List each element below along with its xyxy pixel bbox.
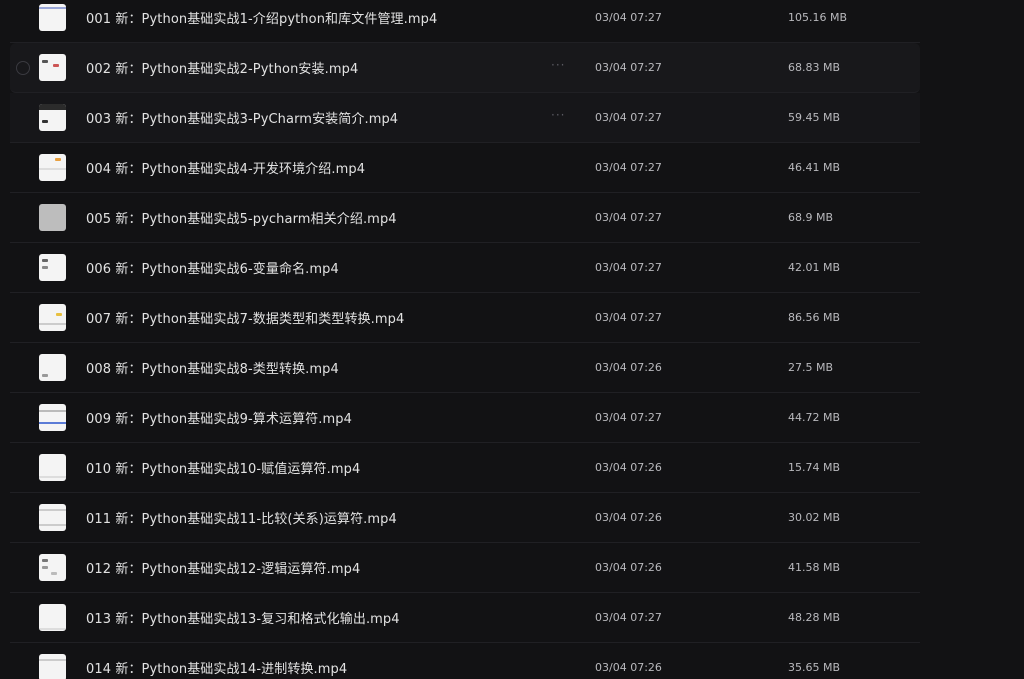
file-row[interactable]: 007 新：Python基础实战7-数据类型和类型转换.mp4 03/04 07… — [10, 293, 920, 343]
more-options-icon[interactable]: ··· — [551, 108, 565, 122]
file-size: 59.45 MB — [788, 111, 841, 124]
file-size: 42.01 MB — [788, 261, 841, 274]
file-name[interactable]: 007 新：Python基础实战7-数据类型和类型转换.mp4 — [86, 308, 404, 327]
file-size: 48.28 MB — [788, 611, 841, 624]
file-date: 03/04 07:26 — [595, 461, 662, 474]
file-row[interactable]: 014 新：Python基础实战14-进制转换.mp4 03/04 07:26 … — [10, 643, 920, 679]
file-size: 35.65 MB — [788, 661, 841, 674]
file-date: 03/04 07:26 — [595, 511, 662, 524]
video-thumbnail-icon — [39, 404, 66, 431]
file-row[interactable]: 010 新：Python基础实战10-赋值运算符.mp4 03/04 07:26… — [10, 443, 920, 493]
file-date: 03/04 07:27 — [595, 211, 662, 224]
file-name[interactable]: 003 新：Python基础实战3-PyCharm安装简介.mp4 — [86, 108, 398, 127]
video-thumbnail-icon — [39, 254, 66, 281]
file-size: 46.41 MB — [788, 161, 841, 174]
file-row[interactable]: 009 新：Python基础实战9-算术运算符.mp4 03/04 07:27 … — [10, 393, 920, 443]
select-checkbox-icon[interactable] — [16, 60, 30, 75]
file-name[interactable]: 009 新：Python基础实战9-算术运算符.mp4 — [86, 408, 352, 427]
video-thumbnail-icon — [39, 654, 66, 679]
file-list: 001 新：Python基础实战1-介绍python和库文件管理.mp4 03/… — [0, 0, 1024, 679]
video-thumbnail-icon — [39, 54, 66, 81]
file-row[interactable]: 004 新：Python基础实战4-开发环境介绍.mp4 03/04 07:27… — [10, 143, 920, 193]
file-size: 105.16 MB — [788, 11, 848, 24]
file-size: 30.02 MB — [788, 511, 841, 524]
file-row[interactable]: 012 新：Python基础实战12-逻辑运算符.mp4 03/04 07:26… — [10, 543, 920, 593]
file-name[interactable]: 010 新：Python基础实战10-赋值运算符.mp4 — [86, 458, 360, 477]
file-row[interactable]: 008 新：Python基础实战8-类型转换.mp4 03/04 07:26 2… — [10, 343, 920, 393]
video-thumbnail-icon — [39, 304, 66, 331]
video-thumbnail-icon — [39, 504, 66, 531]
file-name[interactable]: 008 新：Python基础实战8-类型转换.mp4 — [86, 358, 339, 377]
file-row[interactable]: 003 新：Python基础实战3-PyCharm安装简介.mp4 ··· 03… — [10, 93, 920, 143]
file-date: 03/04 07:27 — [595, 611, 662, 624]
video-thumbnail-icon — [39, 154, 66, 181]
file-date: 03/04 07:27 — [595, 311, 662, 324]
video-thumbnail-icon — [39, 204, 66, 231]
file-date: 03/04 07:26 — [595, 561, 662, 574]
file-date: 03/04 07:27 — [595, 161, 662, 174]
file-name[interactable]: 013 新：Python基础实战13-复习和格式化输出.mp4 — [86, 608, 400, 627]
file-size: 41.58 MB — [788, 561, 841, 574]
video-thumbnail-icon — [39, 604, 66, 631]
file-size: 68.83 MB — [788, 61, 841, 74]
file-name[interactable]: 012 新：Python基础实战12-逻辑运算符.mp4 — [86, 558, 360, 577]
file-date: 03/04 07:26 — [595, 361, 662, 374]
file-row[interactable]: 001 新：Python基础实战1-介绍python和库文件管理.mp4 03/… — [10, 0, 920, 43]
file-name[interactable]: 011 新：Python基础实战11-比较(关系)运算符.mp4 — [86, 508, 397, 527]
file-date: 03/04 07:27 — [595, 11, 662, 24]
file-name[interactable]: 001 新：Python基础实战1-介绍python和库文件管理.mp4 — [86, 8, 437, 27]
file-name[interactable]: 014 新：Python基础实战14-进制转换.mp4 — [86, 658, 347, 677]
file-name[interactable]: 004 新：Python基础实战4-开发环境介绍.mp4 — [86, 158, 365, 177]
file-date: 03/04 07:27 — [595, 261, 662, 274]
file-size: 68.9 MB — [788, 211, 834, 224]
more-options-icon[interactable]: ··· — [551, 58, 565, 72]
file-name[interactable]: 006 新：Python基础实战6-变量命名.mp4 — [86, 258, 339, 277]
file-size: 44.72 MB — [788, 411, 841, 424]
file-name[interactable]: 005 新：Python基础实战5-pycharm相关介绍.mp4 — [86, 208, 397, 227]
file-size: 27.5 MB — [788, 361, 834, 374]
file-date: 03/04 07:27 — [595, 411, 662, 424]
file-name[interactable]: 002 新：Python基础实战2-Python安装.mp4 — [86, 58, 358, 77]
file-row[interactable]: 005 新：Python基础实战5-pycharm相关介绍.mp4 03/04 … — [10, 193, 920, 243]
file-date: 03/04 07:27 — [595, 111, 662, 124]
file-size: 86.56 MB — [788, 311, 841, 324]
video-thumbnail-icon — [39, 354, 66, 381]
video-thumbnail-icon — [39, 454, 66, 481]
file-row[interactable]: 006 新：Python基础实战6-变量命名.mp4 03/04 07:27 4… — [10, 243, 920, 293]
video-thumbnail-icon — [39, 104, 66, 131]
file-date: 03/04 07:27 — [595, 61, 662, 74]
file-row[interactable]: 002 新：Python基础实战2-Python安装.mp4 ··· 03/04… — [10, 43, 920, 93]
file-size: 15.74 MB — [788, 461, 841, 474]
file-date: 03/04 07:26 — [595, 661, 662, 674]
video-thumbnail-icon — [39, 554, 66, 581]
file-row[interactable]: 013 新：Python基础实战13-复习和格式化输出.mp4 03/04 07… — [10, 593, 920, 643]
file-row[interactable]: 011 新：Python基础实战11-比较(关系)运算符.mp4 03/04 0… — [10, 493, 920, 543]
video-thumbnail-icon — [39, 4, 66, 31]
